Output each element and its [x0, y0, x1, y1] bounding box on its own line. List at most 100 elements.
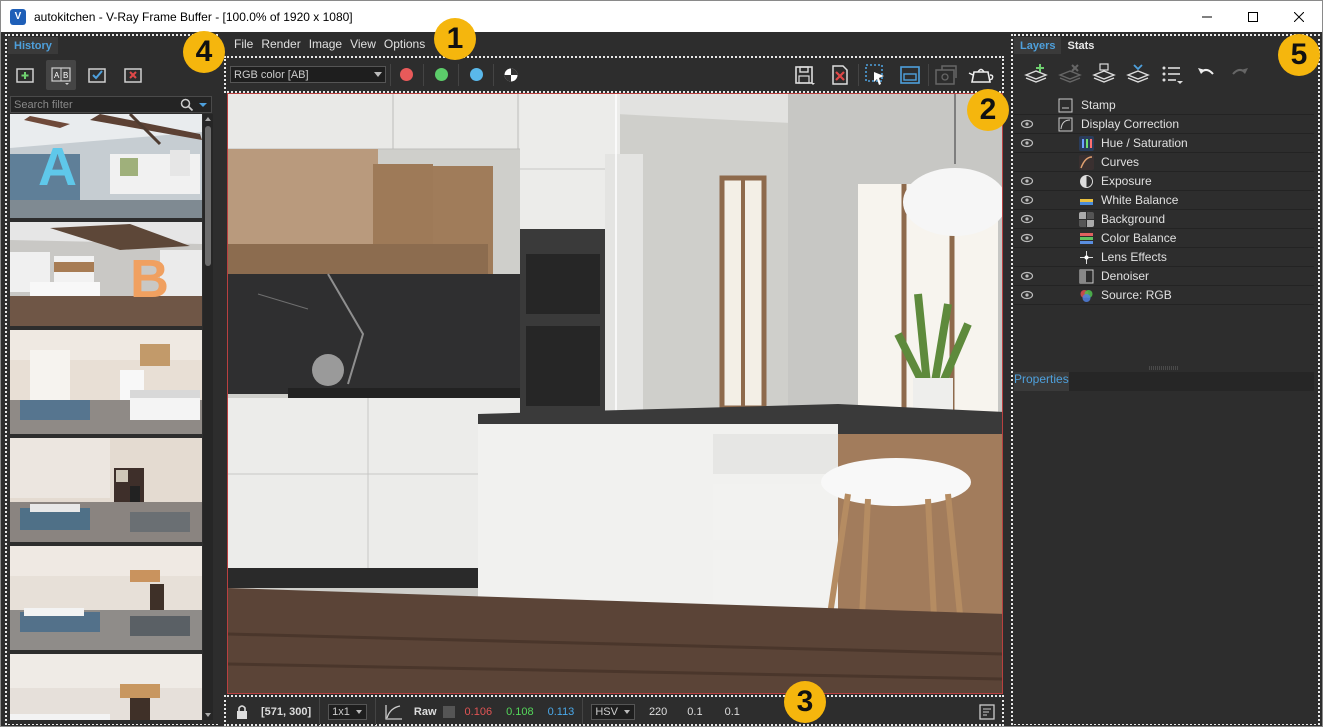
- save-to-history-button[interactable]: [10, 60, 40, 90]
- minimize-button[interactable]: [1184, 1, 1230, 32]
- chevron-down-icon: [374, 72, 382, 77]
- history-item-a[interactable]: A: [10, 114, 202, 218]
- clear-image-button[interactable]: [827, 62, 853, 88]
- ab-compare-button[interactable]: AB: [46, 60, 76, 90]
- value-value: 0.1: [724, 705, 740, 718]
- red-channel-button[interactable]: [400, 68, 413, 81]
- lens-effects-icon: [1080, 251, 1093, 264]
- undo-button[interactable]: [1190, 61, 1222, 87]
- save-image-button[interactable]: [792, 62, 818, 88]
- eye-icon[interactable]: [1020, 194, 1034, 206]
- layer-row[interactable]: Exposure: [1014, 172, 1314, 191]
- history-item[interactable]: [10, 546, 202, 650]
- remove-button[interactable]: [118, 60, 148, 90]
- eye-icon[interactable]: [1020, 118, 1034, 130]
- render-last-icon: [935, 65, 957, 85]
- save-layers-button[interactable]: [1122, 61, 1154, 87]
- thumbnail-image: [10, 330, 202, 434]
- maximize-icon: [1248, 11, 1258, 22]
- close-button[interactable]: [1276, 1, 1322, 32]
- scroll-down-icon[interactable]: [203, 711, 213, 719]
- delete-layer-icon: [1058, 64, 1082, 83]
- layer-row[interactable]: Hue / Saturation: [1014, 134, 1314, 153]
- layer-options-button[interactable]: [1156, 61, 1188, 87]
- channel-select[interactable]: RGB color [AB]: [230, 66, 386, 83]
- history-item[interactable]: [10, 438, 202, 542]
- menu-image[interactable]: Image: [306, 37, 347, 53]
- render-last-button[interactable]: [933, 62, 959, 88]
- delete-layer-button[interactable]: [1054, 61, 1086, 87]
- menu-render[interactable]: Render: [258, 37, 305, 53]
- history-item[interactable]: [10, 654, 202, 720]
- menu-file[interactable]: File: [231, 37, 258, 53]
- color-mode-select[interactable]: HSV: [591, 703, 635, 720]
- region-render-button[interactable]: [863, 62, 889, 88]
- teapot-render-button[interactable]: [968, 62, 994, 88]
- channel-select-value: RGB color [AB]: [234, 68, 309, 81]
- layer-name: Denoiser: [1101, 269, 1150, 283]
- eye-icon[interactable]: [1020, 270, 1034, 282]
- scrollbar-thumb[interactable]: [205, 126, 211, 266]
- render-region-icon: [900, 66, 920, 84]
- log-button[interactable]: [979, 704, 995, 723]
- search-input[interactable]: [11, 97, 180, 112]
- blue-channel-button[interactable]: [470, 68, 483, 81]
- tab-history[interactable]: History: [8, 37, 58, 54]
- layer-name: Color Balance: [1101, 231, 1177, 245]
- svg-text:B: B: [63, 71, 68, 80]
- layer-name: Curves: [1101, 155, 1140, 169]
- layer-row[interactable]: Lens Effects: [1014, 248, 1314, 267]
- redo-button[interactable]: [1224, 61, 1256, 87]
- load-layers-button[interactable]: [1088, 61, 1120, 87]
- thumbnail-image: [10, 222, 202, 326]
- thumb-a-letter: A: [38, 137, 77, 197]
- properties-tab-header: Properties: [1014, 372, 1314, 391]
- layer-row[interactable]: White Balance: [1014, 191, 1314, 210]
- history-item[interactable]: [10, 330, 202, 434]
- menu-options[interactable]: Options: [381, 37, 430, 53]
- rendered-image: [228, 94, 1002, 693]
- hue-value: 220: [648, 705, 668, 718]
- render-viewport[interactable]: [227, 93, 1003, 694]
- tab-properties[interactable]: Properties: [1014, 372, 1069, 391]
- curve-icon[interactable]: [384, 703, 404, 721]
- scroll-up-icon[interactable]: [203, 115, 213, 123]
- eye-icon[interactable]: [1020, 137, 1034, 149]
- add-layer-icon: [1024, 64, 1048, 83]
- layer-row[interactable]: Denoiser: [1014, 267, 1314, 286]
- history-scrollbar[interactable]: [203, 114, 213, 720]
- layers-panel: Layers Stats Stamp Display Correction Hu…: [1014, 36, 1316, 724]
- status-bar: [571, 300] 1x1 Raw 0.106 0.108 0.113 HSV…: [227, 698, 1003, 725]
- history-toolbar: AB: [10, 60, 148, 90]
- callout-5: 5: [1278, 34, 1320, 76]
- ratio-select[interactable]: 1x1: [328, 703, 367, 720]
- alpha-channel-button[interactable]: [498, 62, 524, 88]
- layer-row[interactable]: Stamp: [1014, 96, 1314, 115]
- layer-row[interactable]: Display Correction: [1014, 115, 1314, 134]
- lock-icon[interactable]: [235, 704, 249, 720]
- history-item-b[interactable]: B: [10, 222, 202, 326]
- eye-icon[interactable]: [1020, 175, 1034, 187]
- chevron-down-icon[interactable]: [198, 100, 208, 110]
- stamp-icon: [1058, 98, 1073, 113]
- layer-row[interactable]: Source: RGB: [1014, 286, 1314, 305]
- layer-row[interactable]: Background: [1014, 210, 1314, 229]
- green-channel-button[interactable]: [435, 68, 448, 81]
- add-layer-button[interactable]: [1020, 61, 1052, 87]
- set-a-button[interactable]: [82, 60, 112, 90]
- tab-stats[interactable]: Stats: [1061, 37, 1100, 54]
- eye-icon[interactable]: [1020, 232, 1034, 244]
- eye-icon[interactable]: [1020, 213, 1034, 225]
- exposure-icon: [1080, 175, 1093, 188]
- region-render-icon: [865, 64, 884, 85]
- render-region-button[interactable]: [897, 62, 923, 88]
- save-layers-icon: [1126, 64, 1150, 83]
- layer-row[interactable]: Curves: [1014, 153, 1314, 172]
- maximize-button[interactable]: [1230, 1, 1276, 32]
- layer-name: White Balance: [1101, 193, 1179, 207]
- tab-layers[interactable]: Layers: [1014, 37, 1062, 54]
- eye-icon[interactable]: [1020, 289, 1034, 301]
- panel-splitter[interactable]: [1014, 366, 1314, 370]
- menu-view[interactable]: View: [347, 37, 381, 53]
- layer-row[interactable]: Color Balance: [1014, 229, 1314, 248]
